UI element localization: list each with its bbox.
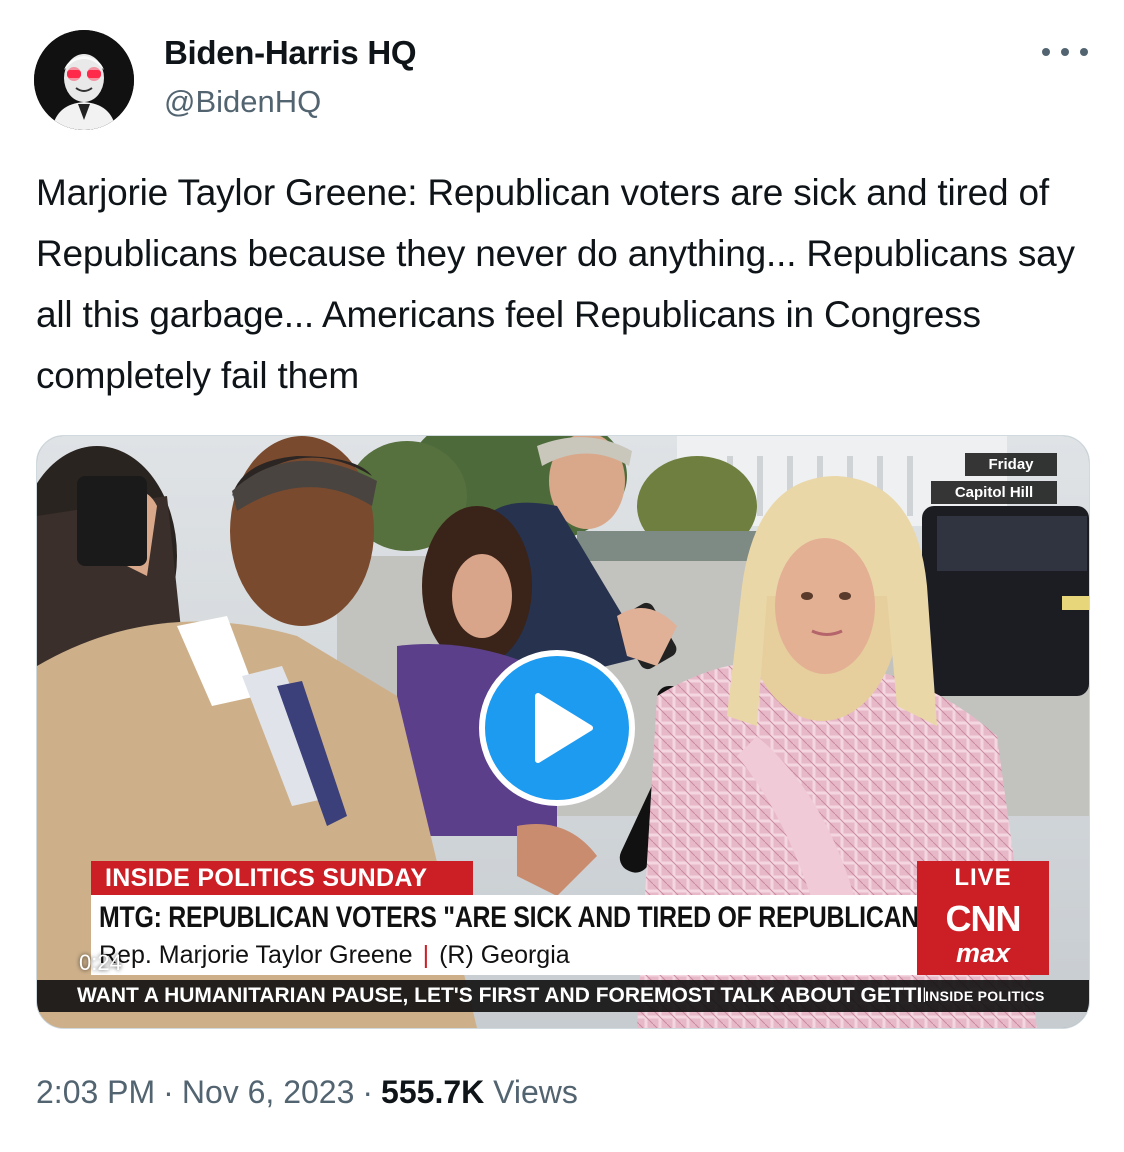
play-icon xyxy=(535,693,593,763)
speaker-name: Rep. Marjorie Taylor Greene xyxy=(99,941,413,969)
meta-dot: · xyxy=(163,1074,174,1110)
tweet-time[interactable]: 2:03 PM xyxy=(36,1074,155,1110)
video-day-tag: Friday xyxy=(965,453,1057,476)
author-display-name[interactable]: Biden-Harris HQ xyxy=(164,34,417,72)
views-label[interactable]: Views xyxy=(493,1074,578,1110)
news-ticker: WANT A HUMANITARIAN PAUSE, LET'S FIRST A… xyxy=(37,980,1089,1012)
play-button[interactable] xyxy=(479,650,635,806)
video-headline: MTG: REPUBLICAN VOTERS "ARE SICK AND TIR… xyxy=(99,901,947,934)
tweet-metadata: 2:03 PM · Nov 6, 2023 · 555.7K Views xyxy=(36,1074,578,1111)
more-options-icon[interactable] xyxy=(1042,38,1088,66)
more-dot xyxy=(1042,48,1050,56)
ticker-text: WANT A HUMANITARIAN PAUSE, LET'S FIRST A… xyxy=(77,984,925,1007)
live-badge: LIVE xyxy=(917,861,1049,895)
speaker-caption: Rep. Marjorie Taylor Greene | (R) Georgia xyxy=(99,941,570,970)
caption-separator: | xyxy=(422,941,430,969)
show-title-banner: INSIDE POLITICS SUNDAY xyxy=(91,861,473,895)
ticker-brand: INSIDE POLITICS xyxy=(925,988,1045,1004)
network-logo-sub: max xyxy=(955,938,1011,968)
more-dot xyxy=(1061,48,1069,56)
network-logo: CNN max xyxy=(917,895,1049,975)
video-location-tag: Capitol Hill xyxy=(931,481,1057,504)
avatar-image xyxy=(34,30,134,130)
author-handle[interactable]: @BidenHQ xyxy=(164,84,321,120)
speaker-affiliation: (R) Georgia xyxy=(439,941,570,969)
avatar[interactable] xyxy=(34,30,134,130)
more-dot xyxy=(1080,48,1088,56)
network-logo-text: CNN xyxy=(945,898,1022,939)
tweet-date[interactable]: Nov 6, 2023 xyxy=(182,1074,355,1110)
video-duration: 0:24 xyxy=(79,950,122,975)
views-count[interactable]: 555.7K xyxy=(381,1074,484,1110)
tweet-text: Marjorie Taylor Greene: Republican voter… xyxy=(36,172,1075,396)
lower-third-banner: MTG: REPUBLICAN VOTERS "ARE SICK AND TIR… xyxy=(91,895,947,975)
video-player[interactable]: Friday Capitol Hill INSIDE POLITICS SUND… xyxy=(36,435,1090,1029)
meta-dot: · xyxy=(362,1074,374,1110)
